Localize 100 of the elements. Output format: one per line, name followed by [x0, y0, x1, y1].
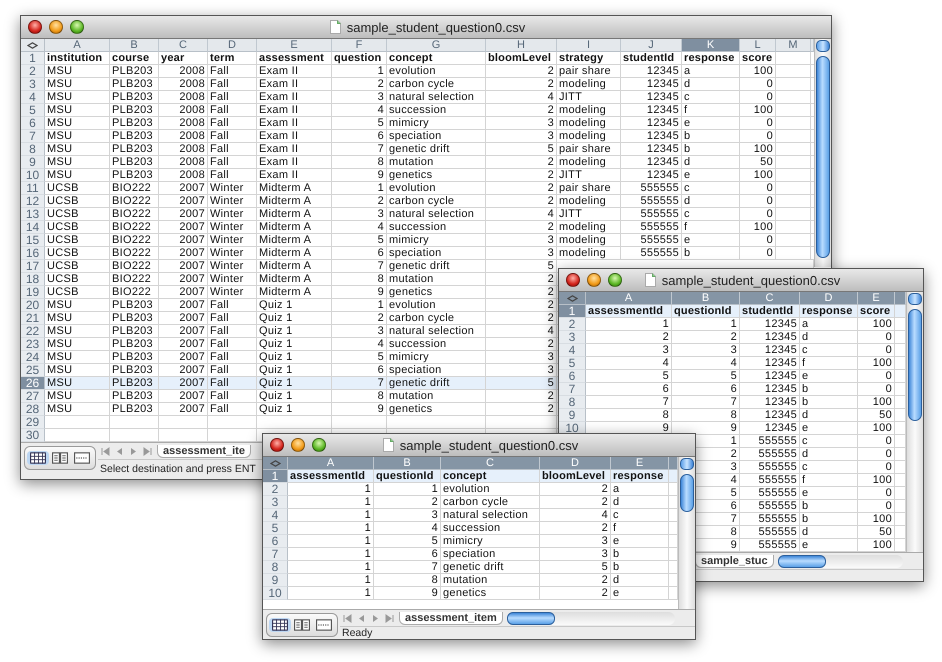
row-header[interactable]: 3 [559, 331, 586, 344]
row-header[interactable]: 5 [559, 357, 586, 370]
select-all-icon[interactable] [566, 294, 578, 302]
row-header[interactable]: 6 [263, 535, 288, 548]
horizontal-scrollbar[interactable] [506, 612, 675, 624]
column-header[interactable]: E [257, 39, 332, 52]
row-header[interactable]: 23 [21, 338, 45, 351]
row-header[interactable]: 7 [559, 383, 586, 396]
column-header[interactable]: K [682, 39, 740, 52]
row-header[interactable]: 19 [21, 286, 45, 299]
row-header[interactable]: 26 [21, 377, 45, 390]
row-header[interactable]: 28 [21, 403, 45, 416]
scrollbar[interactable] [678, 457, 695, 609]
column-header[interactable]: C [441, 457, 540, 470]
zoom-button[interactable] [312, 438, 326, 452]
split-handle[interactable] [908, 293, 922, 305]
column-header[interactable]: H [486, 39, 557, 52]
page-break-icon[interactable] [313, 618, 335, 632]
row-header[interactable]: 9 [21, 156, 45, 169]
row-header[interactable]: 29 [21, 416, 45, 429]
close-button[interactable] [270, 438, 284, 452]
column-header[interactable]: E [611, 457, 669, 470]
column-header[interactable]: G [387, 39, 486, 52]
column-header[interactable]: M [776, 39, 811, 52]
split-handle[interactable] [680, 458, 694, 470]
row-header[interactable]: 1 [21, 52, 45, 65]
row-header[interactable]: 24 [21, 351, 45, 364]
column-header[interactable]: D [800, 292, 858, 305]
grid-icon[interactable] [27, 451, 49, 465]
select-all-icon[interactable] [27, 42, 38, 48]
scroll-thumb[interactable] [778, 554, 826, 568]
row-header[interactable]: 2 [263, 483, 288, 496]
row-header[interactable]: 9 [559, 409, 586, 422]
row-header[interactable]: 16 [21, 247, 45, 260]
column-header[interactable]: C [740, 292, 800, 305]
row-header[interactable]: 2 [559, 318, 586, 331]
minimize-button[interactable] [291, 438, 305, 452]
close-button[interactable] [566, 273, 580, 287]
minimize-button[interactable] [587, 273, 601, 287]
minimize-button[interactable] [49, 20, 63, 34]
row-header[interactable]: 27 [21, 390, 45, 403]
row-header[interactable]: 2 [21, 65, 45, 78]
row-header[interactable]: 8 [263, 561, 288, 574]
column-header[interactable]: J [621, 39, 682, 52]
row-header[interactable]: 17 [21, 260, 45, 273]
row-header[interactable]: 1 [559, 305, 586, 318]
scroll-thumb[interactable] [908, 309, 922, 421]
column-header[interactable]: D [540, 457, 611, 470]
zoom-button[interactable] [70, 20, 84, 34]
row-header[interactable]: 4 [21, 91, 45, 104]
row-header[interactable]: 22 [21, 325, 45, 338]
row-header[interactable]: 20 [21, 299, 45, 312]
grid-icon[interactable] [269, 618, 291, 632]
sheet-tab[interactable]: assessment_item [399, 612, 503, 624]
scroll-thumb[interactable] [506, 612, 555, 624]
row-header[interactable]: 21 [21, 312, 45, 325]
row-header[interactable]: 5 [21, 104, 45, 117]
row-header[interactable]: 5 [263, 522, 288, 535]
column-header[interactable]: F [332, 39, 387, 52]
close-button[interactable] [28, 20, 42, 34]
scrollbar[interactable] [906, 292, 923, 552]
column-header[interactable]: L [740, 39, 776, 52]
row-header[interactable]: 12 [21, 195, 45, 208]
row-header[interactable]: 8 [21, 143, 45, 156]
column-header[interactable]: A [586, 292, 672, 305]
row-header[interactable]: 10 [21, 169, 45, 182]
scroll-thumb[interactable] [680, 474, 694, 512]
sheet-tab[interactable]: assessment_ite [157, 444, 251, 458]
row-header[interactable]: 11 [21, 182, 45, 195]
zoom-button[interactable] [608, 273, 622, 287]
row-header[interactable]: 13 [21, 208, 45, 221]
page-layout-icon[interactable] [291, 618, 313, 632]
column-header[interactable]: C [159, 39, 208, 52]
column-header[interactable]: B [374, 457, 441, 470]
row-header[interactable]: 10 [263, 587, 288, 600]
scrollbar[interactable] [814, 39, 831, 267]
row-header[interactable]: 3 [263, 496, 288, 509]
row-header[interactable]: 15 [21, 234, 45, 247]
row-header[interactable]: 6 [21, 117, 45, 130]
select-all-icon[interactable] [270, 460, 280, 466]
row-header[interactable]: 4 [263, 509, 288, 522]
column-header[interactable]: A [288, 457, 374, 470]
sheet-tab[interactable]: sample_stuc [695, 554, 774, 568]
row-header[interactable]: 30 [21, 429, 45, 442]
row-header[interactable]: 6 [559, 370, 586, 383]
row-header[interactable]: 4 [559, 344, 586, 357]
split-handle[interactable] [816, 40, 830, 52]
column-header[interactable]: B [672, 292, 740, 305]
row-header[interactable]: 7 [21, 130, 45, 143]
column-header[interactable]: A [45, 39, 110, 52]
row-header[interactable]: 3 [21, 78, 45, 91]
column-header[interactable]: B [110, 39, 159, 52]
scroll-thumb[interactable] [816, 56, 830, 258]
column-header[interactable]: D [208, 39, 257, 52]
column-header[interactable]: E [858, 292, 895, 305]
page-layout-icon[interactable] [49, 451, 71, 465]
row-header[interactable]: 25 [21, 364, 45, 377]
row-header[interactable]: 8 [559, 396, 586, 409]
row-header[interactable]: 18 [21, 273, 45, 286]
row-header[interactable]: 7 [263, 548, 288, 561]
